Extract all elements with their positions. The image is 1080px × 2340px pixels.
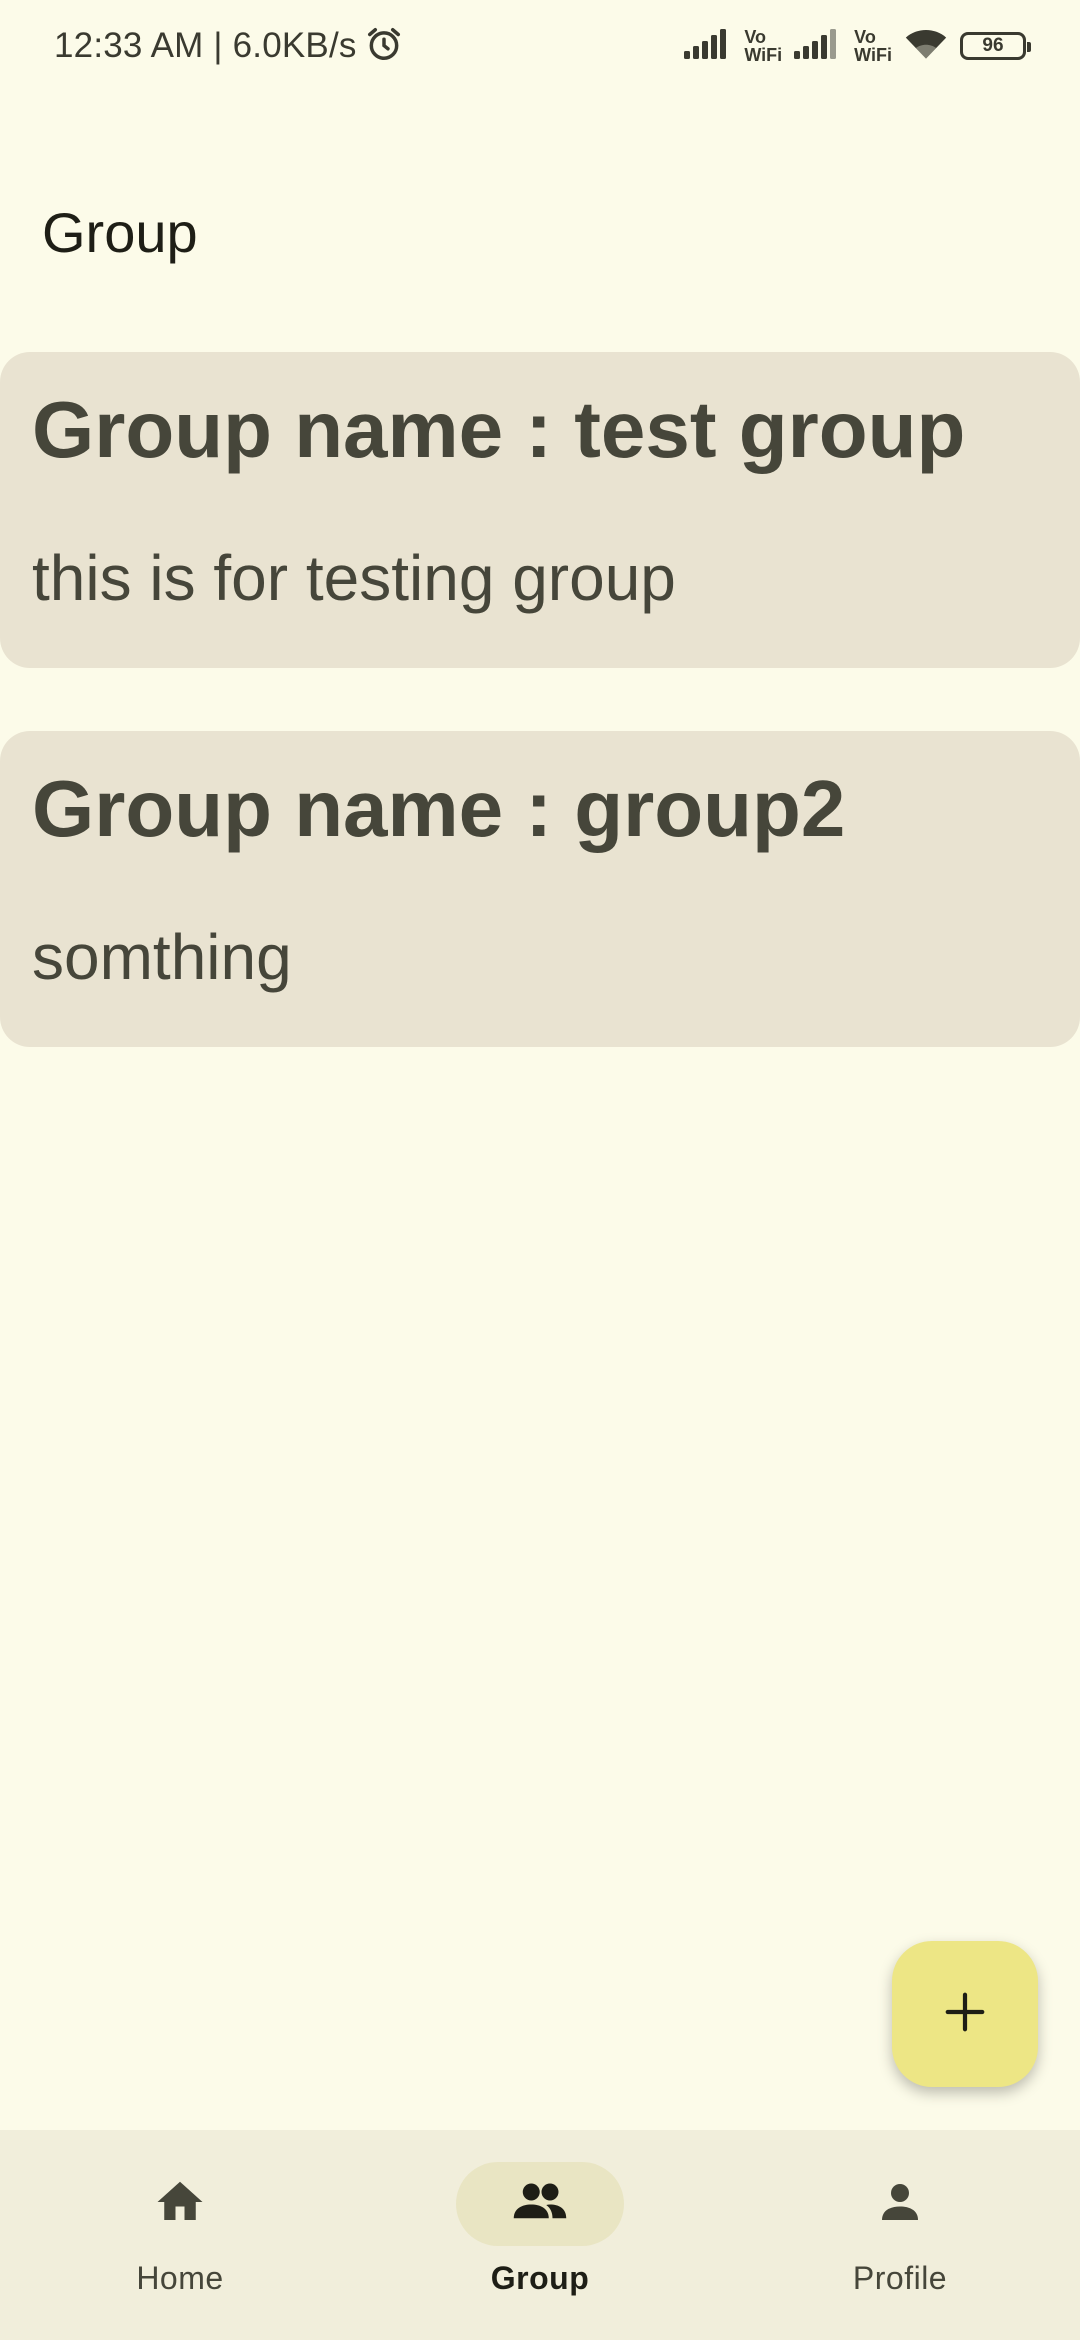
wifi-icon <box>904 27 948 66</box>
vowifi-label-2-top: Vo <box>854 27 876 47</box>
signal-icon <box>684 28 730 64</box>
plus-icon <box>942 1989 988 2040</box>
home-icon <box>153 2175 207 2234</box>
vowifi-label-1: Vo WiFi <box>744 28 782 64</box>
nav-label-group: Group <box>490 2260 590 2296</box>
signal-icon-2 <box>794 28 840 64</box>
nav-item-profile[interactable]: Profile <box>750 2130 1050 2297</box>
vowifi-label-1-bottom: WiFi <box>744 45 783 65</box>
nav-pill-group <box>456 2162 624 2246</box>
nav-label-profile: Profile <box>852 2260 948 2296</box>
nav-pill-home <box>96 2162 264 2246</box>
vowifi-label-2: Vo WiFi <box>854 28 892 64</box>
battery-icon: 96 <box>960 32 1031 60</box>
screen: 12:33 AM | 6.0KB/s Vo WiFi Vo WiFi 96 Gr… <box>0 0 1080 2340</box>
group-card-title: Group name : group2 <box>32 764 846 853</box>
vowifi-label-1-top: Vo <box>744 27 767 47</box>
status-time-speed: 12:33 AM | 6.0KB/s <box>54 26 357 65</box>
page-title: Group <box>42 201 198 264</box>
group-card[interactable]: Group name : group2 somthing <box>0 731 1080 1047</box>
alarm-icon <box>365 25 403 68</box>
status-bar: 12:33 AM | 6.0KB/s Vo WiFi Vo WiFi 96 <box>0 0 1080 92</box>
person-icon <box>873 2175 927 2234</box>
nav-item-home[interactable]: Home <box>30 2130 330 2297</box>
group-card[interactable]: Group name : test group this is for test… <box>0 352 1080 668</box>
nav-label-home: Home <box>136 2260 224 2296</box>
nav-item-group[interactable]: Group <box>390 2130 690 2297</box>
group-card-title: Group name : test group <box>32 385 966 474</box>
status-left: 12:33 AM | 6.0KB/s <box>54 25 403 68</box>
group-icon <box>510 2172 570 2237</box>
group-card-description: somthing <box>32 921 292 993</box>
status-right: Vo WiFi Vo WiFi 96 <box>684 27 1031 66</box>
group-card-description: this is for testing group <box>32 542 676 614</box>
vowifi-label-2-bottom: WiFi <box>854 45 892 65</box>
bottom-navigation: Home Group Profile <box>0 2130 1080 2340</box>
nav-pill-profile <box>816 2162 984 2246</box>
add-group-button[interactable] <box>892 1941 1038 2087</box>
